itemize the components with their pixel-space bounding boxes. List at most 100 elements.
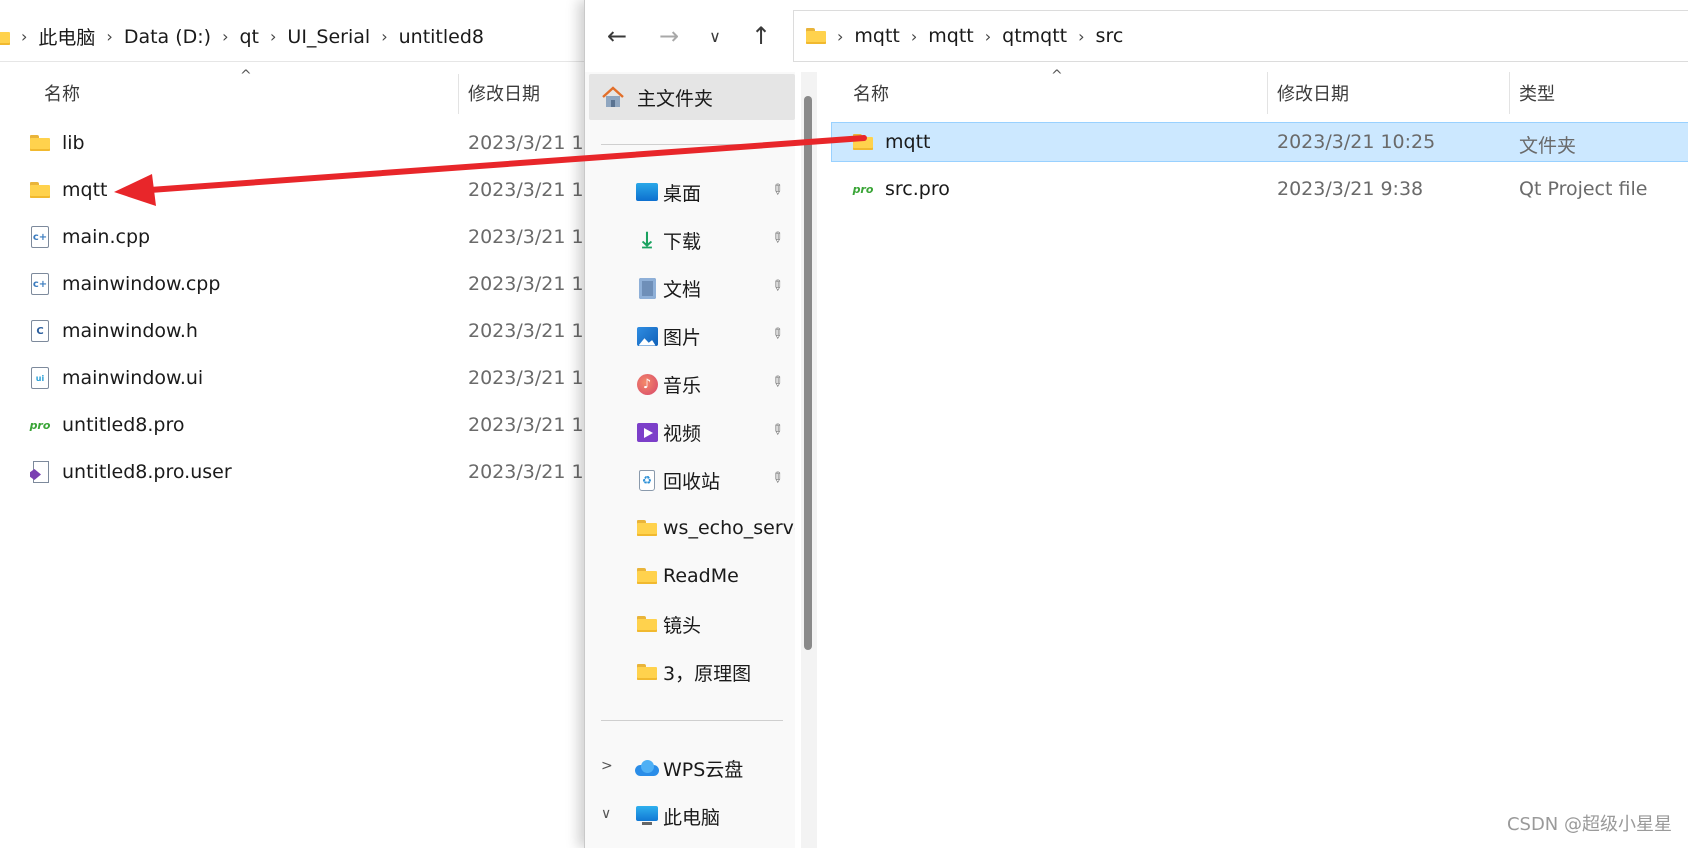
arrow-left-icon: ←	[606, 22, 628, 50]
chevron-down-icon: ∨	[709, 26, 721, 46]
nav-item-recycle-bin[interactable]: ♻ 回收站	[585, 458, 795, 502]
desktop-icon	[636, 183, 658, 201]
file-row-src-pro[interactable]: pro src.pro	[851, 169, 950, 209]
right-address-bar[interactable]: › mqtt › mqtt › qtmqtt › src	[793, 10, 1688, 62]
folder-icon	[637, 616, 657, 632]
nav-item-label: ws_echo_server	[663, 517, 795, 539]
nav-item-this-pc[interactable]: 此电脑	[585, 794, 795, 838]
nav-item-documents[interactable]: 文档	[585, 266, 795, 310]
column-header-modified[interactable]: 修改日期	[1277, 76, 1349, 110]
file-name: untitled8.pro.user	[62, 461, 232, 483]
nav-divider	[601, 720, 783, 721]
nav-item-label: 图片	[663, 326, 702, 349]
breadcrumb-item[interactable]: qtmqtt ›	[1002, 25, 1095, 47]
file-row-untitled8-pro[interactable]: pro untitled8.pro	[28, 405, 185, 445]
file-row-mainwindow-ui[interactable]: ui mainwindow.ui	[28, 358, 203, 398]
up-button[interactable]: ↑	[743, 18, 779, 54]
file-row-mqtt[interactable]: mqtt	[851, 122, 930, 162]
vs-file-icon	[30, 461, 50, 483]
nav-item-label: 下载	[663, 230, 702, 253]
breadcrumb-item[interactable]: src	[1096, 25, 1124, 47]
column-divider[interactable]	[1509, 72, 1510, 114]
file-row-mqtt[interactable]: mqtt	[28, 170, 107, 210]
nav-item-label: 主文件夹	[637, 87, 714, 110]
right-explorer-window: ← → ∨ ↑ › mqtt › mqtt › qtmqtt › src 主文件夹 桌…	[584, 0, 1688, 848]
breadcrumb-item[interactable]: mqtt ›	[854, 25, 928, 47]
nav-item-label: 此电脑	[663, 806, 721, 829]
nav-item-folder[interactable]: 镜头	[585, 602, 795, 646]
nav-item-videos[interactable]: 视频	[585, 410, 795, 454]
folder-icon	[30, 135, 50, 151]
nav-item-folder[interactable]: ReadMe	[585, 554, 795, 598]
column-header-type[interactable]: 类型	[1519, 76, 1555, 110]
file-name: mainwindow.h	[62, 320, 198, 342]
chevron-right-icon: ›	[381, 27, 388, 46]
file-date: 2023/3/21 10	[468, 226, 596, 248]
file-date: 2023/3/21 10	[468, 367, 596, 389]
recycle-bin-icon: ♻	[639, 469, 655, 491]
navigation-pane: 主文件夹 桌面 ✎ ⤓ 下载 ✎ 文档 ✎ 图片 ✎ ♪ 音乐 ✎ 视频 ✎ ♻…	[585, 72, 795, 848]
chevron-right-icon: ›	[1078, 26, 1085, 46]
documents-icon	[638, 277, 656, 299]
folder-icon	[637, 664, 657, 680]
nav-item-label: ReadMe	[663, 565, 739, 587]
nav-item-downloads[interactable]: ⤓ 下载	[585, 218, 795, 262]
file-date: 2023/3/21 9:38	[1277, 178, 1424, 200]
home-icon	[602, 86, 624, 107]
file-date: 2023/3/21 10	[468, 414, 596, 436]
nav-scrollbar-thumb[interactable]	[804, 96, 812, 650]
forward-button[interactable]: →	[651, 18, 687, 54]
breadcrumb-item[interactable]: UI_Serial ›	[287, 26, 398, 48]
chevron-right-icon: ›	[222, 27, 229, 46]
pro-file-icon: pro	[852, 182, 874, 196]
file-name: src.pro	[885, 178, 950, 200]
chevron-right-icon: ›	[984, 26, 992, 46]
watermark: CSDN @超级小星星	[1506, 814, 1672, 835]
file-row-main-cpp[interactable]: c+ main.cpp	[28, 217, 150, 257]
file-name: untitled8.pro	[62, 414, 185, 436]
chevron-right-icon: ›	[270, 27, 277, 46]
column-divider[interactable]	[458, 74, 459, 114]
breadcrumb-item[interactable]: 此电脑 ›	[38, 23, 123, 50]
nav-item-folder[interactable]: 3，原理图	[585, 650, 795, 694]
file-row-mainwindow-h[interactable]: C mainwindow.h	[28, 311, 198, 351]
cpp-file-icon: c+	[31, 273, 49, 295]
nav-item-wps-cloud[interactable]: WPS云盘	[585, 746, 795, 790]
file-date: 2023/3/21 10	[468, 273, 596, 295]
file-date: 2023/3/21 10:25	[1277, 131, 1436, 153]
nav-item-pictures[interactable]: 图片	[585, 314, 795, 358]
nav-item-label: 文档	[663, 278, 702, 301]
folder-icon	[0, 29, 10, 45]
breadcrumb-item[interactable]: untitled8	[399, 26, 484, 48]
file-name: mqtt	[885, 131, 931, 153]
file-name: mainwindow.ui	[62, 367, 204, 389]
file-name: mqtt	[62, 179, 108, 201]
file-date: 2023/3/21 10	[468, 179, 596, 201]
recent-locations-button[interactable]: ∨	[697, 18, 733, 54]
file-row-untitled8-pro-user[interactable]: untitled8.pro.user	[28, 452, 232, 492]
nav-item-label: WPS云盘	[663, 758, 744, 781]
nav-item-label: 3，原理图	[663, 662, 752, 685]
file-name: lib	[62, 132, 85, 154]
column-header-modified[interactable]: 修改日期	[468, 76, 540, 110]
column-divider[interactable]	[1267, 72, 1268, 114]
pro-file-icon: pro	[29, 418, 51, 432]
breadcrumb-item[interactable]: qt ›	[240, 26, 288, 48]
nav-item-home[interactable]: 主文件夹	[589, 74, 795, 120]
file-row-lib[interactable]: lib	[28, 123, 85, 163]
nav-item-label: 镜头	[663, 614, 702, 637]
column-header-name[interactable]: 名称	[44, 76, 80, 110]
breadcrumb-item[interactable]: Data (D:) ›	[124, 26, 240, 48]
file-row-mainwindow-cpp[interactable]: c+ mainwindow.cpp	[28, 264, 220, 304]
file-date: 2023/3/21 10	[468, 461, 596, 483]
cpp-file-icon: c+	[31, 226, 49, 248]
column-header-name[interactable]: 名称	[853, 76, 889, 110]
chevron-right-icon: ›	[910, 26, 918, 46]
nav-item-folder[interactable]: ws_echo_server	[585, 506, 795, 550]
breadcrumb-item[interactable]: mqtt ›	[928, 25, 1002, 47]
back-button[interactable]: ←	[599, 18, 635, 54]
nav-item-music[interactable]: ♪ 音乐	[585, 362, 795, 406]
left-address-bar[interactable]: › 此电脑 › Data (D:) › qt › UI_Serial › untitle…	[0, 12, 584, 62]
cloud-icon	[635, 760, 659, 776]
nav-item-desktop[interactable]: 桌面	[585, 170, 795, 214]
